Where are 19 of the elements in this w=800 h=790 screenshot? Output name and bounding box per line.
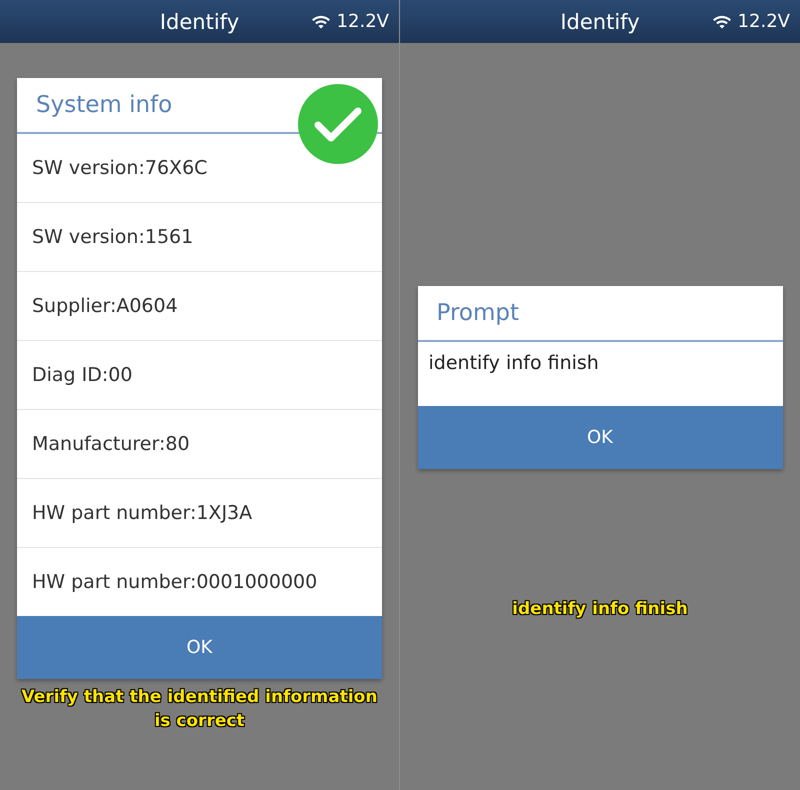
ok-button[interactable]: OK [17,616,382,679]
prompt-message: identify info finish [428,351,600,376]
wifi-icon [712,14,732,29]
wifi-icon [310,14,331,29]
info-row: Supplier:A0604 [17,272,382,341]
screen-title: Identify [560,10,640,34]
voltage-reading: 12.2V [336,11,389,32]
caption-text: Verify that the identified information is correct [20,686,378,733]
info-row: Diag ID:00 [17,341,382,410]
info-row: HW part number:1XJ3A [17,479,382,548]
voltage-reading: 12.2V [738,11,790,32]
dialog-title: Prompt [418,286,782,342]
info-row: SW version:1561 [17,203,382,272]
ok-button[interactable]: OK [418,406,782,469]
checkmark-badge-icon [298,84,378,164]
info-row-text: HW part number:0001000000 [31,570,318,595]
info-row: Manufacturer:80 [17,410,382,479]
caption-text: identify info finish [511,598,689,621]
screen-title: Identify [160,10,240,34]
